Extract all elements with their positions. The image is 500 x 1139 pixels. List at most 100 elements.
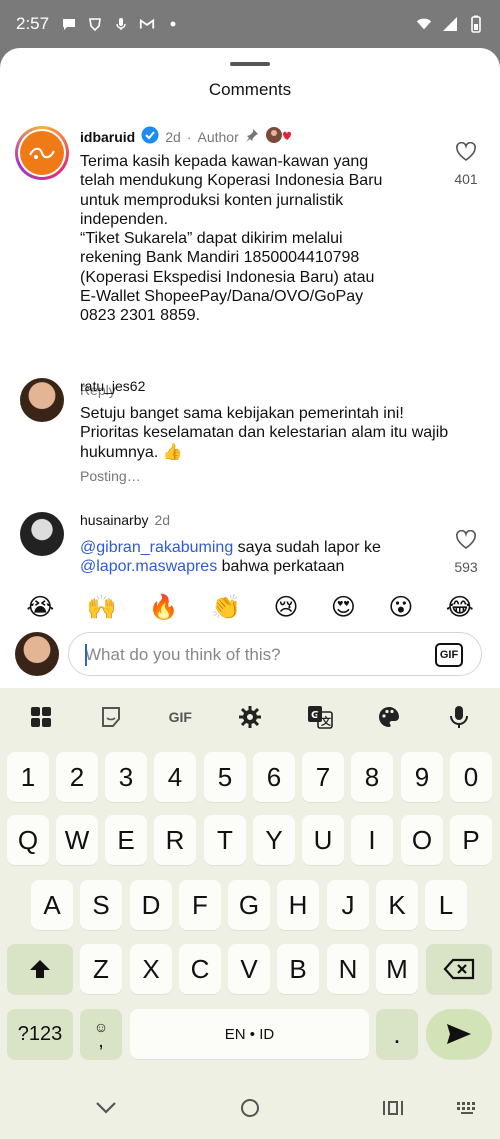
key-l[interactable]: L [425, 880, 467, 930]
backspace-icon [443, 958, 475, 980]
like-count: 593 [454, 559, 478, 575]
gif-button[interactable]: GIF [435, 643, 463, 667]
sticker-icon[interactable] [93, 699, 129, 735]
key-8[interactable]: 8 [351, 752, 393, 802]
key-n[interactable]: N [327, 944, 369, 994]
theme-palette-icon[interactable] [371, 699, 407, 735]
translate-icon[interactable]: G文 [302, 699, 338, 735]
key-t[interactable]: T [204, 815, 246, 865]
comment-text-segment: saya sudah lapor ke [233, 539, 381, 556]
gif-keyboard-button[interactable]: GIF [162, 699, 198, 735]
key-e[interactable]: E [105, 815, 147, 865]
comment-separator: · [186, 128, 192, 145]
avatar[interactable] [15, 126, 69, 180]
key-i[interactable]: I [351, 815, 393, 865]
key-w[interactable]: W [56, 815, 98, 865]
apps-grid-icon[interactable] [23, 699, 59, 735]
comment-input-container[interactable]: GIF [68, 632, 482, 676]
emoji-surprised-button[interactable]: 😮 [388, 593, 413, 622]
key-m[interactable]: M [376, 944, 418, 994]
comment-input[interactable] [85, 643, 415, 667]
key-k[interactable]: K [376, 880, 418, 930]
status-time: 2:57 [16, 14, 50, 33]
comment-composer: GIF [0, 628, 500, 688]
brave-notification-icon [87, 16, 103, 32]
key-s[interactable]: S [80, 880, 122, 930]
key-r[interactable]: R [154, 815, 196, 865]
send-key[interactable] [426, 1009, 492, 1059]
comment-username[interactable]: idbaruid [80, 129, 135, 145]
key-u[interactable]: U [302, 815, 344, 865]
emoji-clap-button[interactable]: 👏 [211, 593, 241, 622]
key-c[interactable]: C [179, 944, 221, 994]
key-0[interactable]: 0 [450, 752, 492, 802]
key-z[interactable]: Z [80, 944, 122, 994]
comment-age: 2d [154, 512, 171, 528]
recents-icon[interactable] [380, 1085, 406, 1131]
key-o[interactable]: O [401, 815, 443, 865]
keyboard-switcher-icon[interactable] [454, 1085, 480, 1131]
key-2[interactable]: 2 [56, 752, 98, 802]
emoji-quick-bar: 😭 🙌 🔥 👏 😢 😍 😮 😂 [0, 580, 500, 634]
key-d[interactable]: D [130, 880, 172, 930]
avatar [15, 632, 59, 676]
voice-input-microphone-icon[interactable] [441, 699, 477, 735]
back-chevron-icon[interactable] [92, 1085, 120, 1131]
key-q[interactable]: Q [7, 815, 49, 865]
emoji-heart-eyes-button[interactable]: 😍 [331, 593, 356, 622]
idbaru-logo-icon [29, 147, 55, 159]
key-b[interactable]: B [277, 944, 319, 994]
key-y[interactable]: Y [253, 815, 295, 865]
period-key[interactable]: . [376, 1009, 418, 1059]
key-9[interactable]: 9 [401, 752, 443, 802]
comment-text: Terima kasih kepada kawan-kawan yang tel… [80, 153, 383, 325]
comma-label: , [98, 1030, 104, 1052]
symbols-key[interactable]: ?123 [7, 1009, 73, 1059]
key-6[interactable]: 6 [253, 752, 295, 802]
backspace-key[interactable] [426, 944, 492, 994]
like-button[interactable]: 401 [450, 141, 482, 187]
comment-username[interactable]: ratu_jes62 [80, 378, 145, 394]
settings-gear-icon[interactable] [232, 699, 268, 735]
avatar[interactable] [20, 378, 64, 422]
shift-key[interactable] [7, 944, 73, 994]
avatar[interactable] [20, 512, 64, 556]
system-navigation-bar [0, 1085, 500, 1139]
text-caret [85, 644, 87, 666]
key-5[interactable]: 5 [204, 752, 246, 802]
key-3[interactable]: 3 [105, 752, 147, 802]
more-notifications-dot-icon [165, 16, 181, 32]
posting-status: Posting… [80, 468, 141, 484]
key-1[interactable]: 1 [7, 752, 49, 802]
emoji-crying-button[interactable]: 😭 [26, 593, 54, 622]
emoji-laughing-button[interactable]: 😂 [446, 593, 474, 622]
microphone-notification-icon [113, 16, 129, 32]
key-f[interactable]: F [179, 880, 221, 930]
comment-text: Setuju banget sama kebijakan pemerintah … [80, 405, 449, 461]
send-arrow-icon [447, 1024, 471, 1044]
emoji-sad-button[interactable]: 😢 [273, 593, 298, 622]
mention-link[interactable]: @gibran_rakabuming [80, 539, 233, 556]
cellular-signal-icon [442, 16, 458, 32]
sheet-drag-handle[interactable] [230, 62, 270, 66]
like-button[interactable]: 593 [450, 529, 482, 575]
emoji-raised-hands-button[interactable]: 🙌 [87, 593, 117, 622]
home-circle-icon[interactable] [238, 1085, 262, 1131]
heart-icon [455, 529, 477, 554]
key-v[interactable]: V [228, 944, 270, 994]
emoji-comma-key[interactable]: ☺ , [80, 1009, 122, 1059]
key-x[interactable]: X [130, 944, 172, 994]
comment-text-segment: bahwa perkataan [217, 558, 345, 576]
comment-username[interactable]: husainarby [80, 512, 149, 528]
key-g[interactable]: G [228, 880, 270, 930]
key-7[interactable]: 7 [302, 752, 344, 802]
key-j[interactable]: J [327, 880, 369, 930]
svg-text:文: 文 [321, 715, 332, 728]
key-a[interactable]: A [31, 880, 73, 930]
space-key[interactable]: EN • ID [130, 1009, 369, 1059]
key-h[interactable]: H [277, 880, 319, 930]
key-p[interactable]: P [450, 815, 492, 865]
key-4[interactable]: 4 [154, 752, 196, 802]
emoji-fire-button[interactable]: 🔥 [149, 593, 179, 622]
mention-link[interactable]: @lapor.maswapres [80, 558, 217, 575]
